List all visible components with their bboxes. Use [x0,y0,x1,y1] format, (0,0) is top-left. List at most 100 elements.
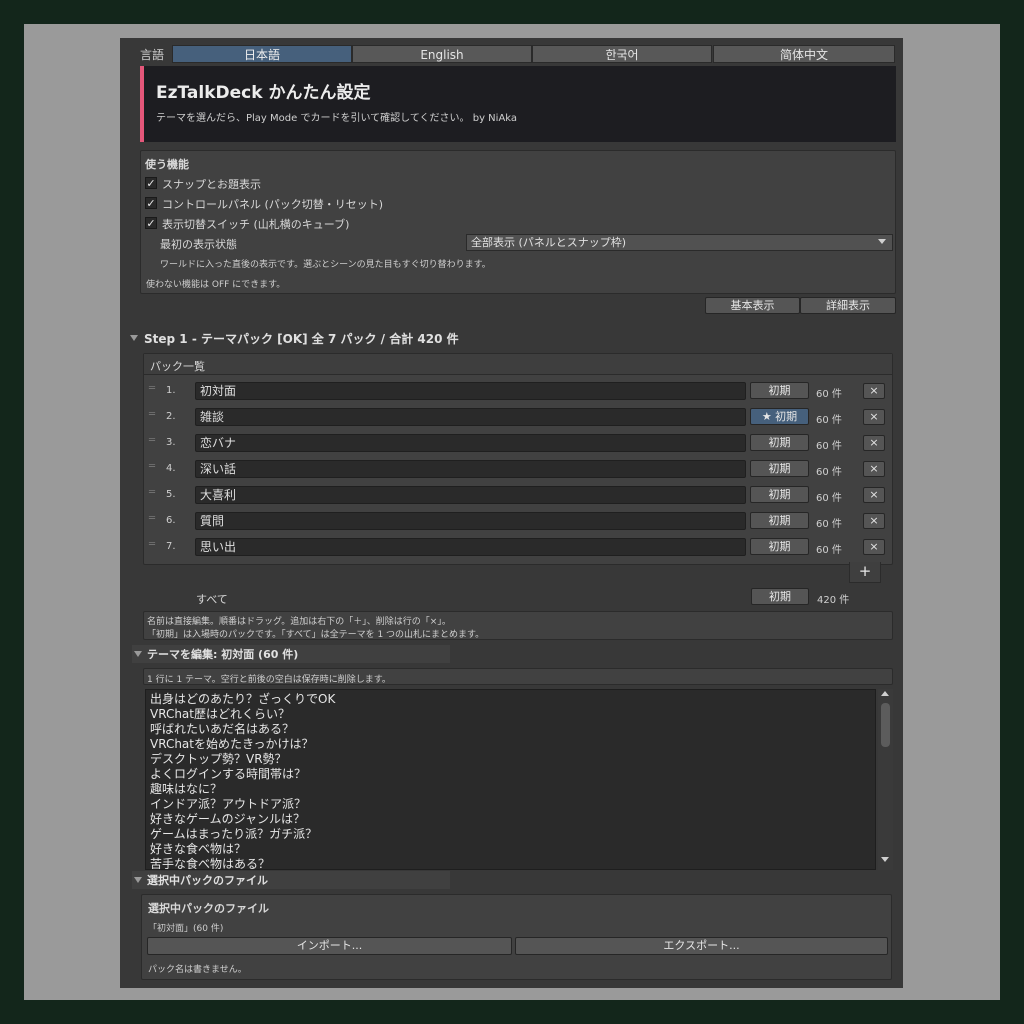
pack-list-header: パック一覧 [150,360,205,373]
pack-help-line2: 「初期」は入場時のパックです。「すべて」は全テーマを 1 つの山札にまとめます。 [147,630,485,640]
scroll-thumb[interactable] [881,703,890,747]
all-packs-label: すべて [196,593,228,606]
features-title: 使う機能 [145,158,189,171]
lang-tab-japanese[interactable]: 日本語 [172,45,352,63]
pack-list-header-band [144,354,892,375]
theme-line: VRChat歴はどれくらい？ [150,707,290,721]
pack-number: 1. [166,385,176,396]
drag-handle-icon[interactable]: ═ [149,461,155,472]
pack-name-field[interactable]: 大喜利 [195,486,746,504]
detail-view-button[interactable]: 詳細表示 [800,297,896,314]
pack-count: 60 件 [816,415,842,426]
pack-default-button[interactable]: ★ 初期 [750,408,809,425]
initial-display-dropdown[interactable]: 全部表示 (パネルとスナップ枠) [466,234,893,251]
theme-edit-foldout-icon[interactable] [134,651,142,657]
basic-view-button[interactable]: 基本表示 [705,297,800,314]
settings-panel: 言語 日本語 English 한국어 简体中文 EzTalkDeck かんたん設… [120,38,903,988]
language-label: 言語 [140,48,165,62]
drag-handle-icon[interactable]: ═ [149,435,155,446]
step1-foldout-icon[interactable] [130,335,138,341]
drag-handle-icon[interactable]: ═ [149,539,155,550]
scroll-up-icon[interactable] [881,691,889,696]
page-subtitle: テーマを選んだら、Play Mode でカードを引いて確認してください。 by … [156,113,518,124]
remove-pack-icon[interactable]: × [863,435,885,451]
pack-default-button[interactable]: 初期 [750,486,809,503]
theme-line: デスクトップ勢？VR勢？ [150,752,287,766]
pack-name-field[interactable]: 雑談 [195,408,746,426]
checkbox-snap[interactable]: ✓ [145,177,157,189]
checkbox-control-panel-label: コントロールパネル (パック切替・リセット) [162,198,384,211]
pack-name-field[interactable]: 恋バナ [195,434,746,452]
lang-tab-chinese[interactable]: 简体中文 [713,45,895,63]
lang-tab-english[interactable]: English [352,45,532,63]
step1-title[interactable]: Step 1 - テーマパック [OK] 全 7 パック / 合計 420 件 [144,330,459,347]
remove-pack-icon[interactable]: × [863,539,885,555]
pack-name-field[interactable]: 初対面 [195,382,746,400]
pack-number: 4. [166,463,176,474]
features-footer-note: 使わない機能は OFF にできます。 [146,280,286,290]
pack-default-button[interactable]: 初期 [750,382,809,399]
selected-file-box: 選択中パックのファイル 「初対面」(60 件) インポート... エクスポート.… [141,894,892,980]
pack-count: 60 件 [816,519,842,530]
theme-line: 趣味はなに？ [150,782,223,796]
theme-edit-hint-box: 1 行に 1 テーマ。空行と前後の空白は保存時に削除します。 [143,668,893,685]
remove-pack-icon[interactable]: × [863,513,885,529]
theme-line: 呼ばれたいあだ名はある？ [150,722,295,736]
theme-text-area[interactable]: 出身はどのあたり？ざっくりでOK VRChat歴はどれくらい？ 呼ばれたいあだ名はあ… [145,689,876,870]
checkbox-display-switch-label: 表示切替スイッチ (山札横のキューブ) [162,218,350,231]
pack-number: 3. [166,437,176,448]
pack-number: 6. [166,515,176,526]
drag-handle-icon[interactable]: ═ [149,487,155,498]
theme-line: 好きな食べ物は？ [150,842,247,856]
pack-number: 5. [166,489,176,500]
pack-default-button[interactable]: 初期 [750,512,809,529]
pack-name-field[interactable]: 思い出 [195,538,746,556]
theme-line: VRChatを始めたきっかけは？ [150,737,314,751]
pack-count: 60 件 [816,545,842,556]
theme-edit-title[interactable]: テーマを編集: 初対面 (60 件) [147,646,298,662]
theme-line: よくログインする時間帯は？ [150,767,307,781]
selected-file-foldout-icon[interactable] [134,877,142,883]
all-packs-count: 420 件 [817,595,850,606]
initial-display-hint: ワールドに入った直後の表示です。選ぶとシーンの見た目もすぐ切り替わります。 [160,260,491,270]
drag-handle-icon[interactable]: ═ [149,513,155,524]
page-title: EzTalkDeck かんたん設定 [156,83,371,103]
drag-handle-icon[interactable]: ═ [149,409,155,420]
remove-pack-icon[interactable]: × [863,461,885,477]
theme-scrollbar[interactable] [878,689,893,870]
header-banner: EzTalkDeck かんたん設定 テーマを選んだら、Play Mode でカー… [140,66,896,142]
selected-file-section-title[interactable]: 選択中パックのファイル [147,872,268,888]
theme-line: インドア派？アウトドア派？ [150,797,307,811]
selected-file-box-title: 選択中パックのファイル [148,902,269,915]
pack-name-field[interactable]: 質問 [195,512,746,530]
import-button[interactable]: インポート... [147,937,512,955]
export-button[interactable]: エクスポート... [515,937,888,955]
drag-handle-icon[interactable]: ═ [149,383,155,394]
selected-pack-info: 「初対面」(60 件) [148,924,224,934]
remove-pack-icon[interactable]: × [863,409,885,425]
scroll-down-icon[interactable] [881,857,889,862]
pack-number: 7. [166,541,176,552]
lang-tab-korean[interactable]: 한국어 [532,45,712,63]
pack-default-button[interactable]: 初期 [750,538,809,555]
checkbox-control-panel[interactable]: ✓ [145,197,157,209]
theme-line: ゲームはまったり派？ガチ派？ [150,827,318,841]
pack-name-field[interactable]: 深い話 [195,460,746,478]
chevron-down-icon [878,239,886,244]
theme-line: 好きなゲームのジャンルは？ [150,812,306,826]
theme-line: 出身はどのあたり？ざっくりでOK [150,692,336,706]
checkbox-snap-label: スナップとお題表示 [162,178,261,191]
pack-help-box: 名前は直接編集。順番はドラッグ。追加は右下の「＋」、削除は行の「×」。 「初期」… [143,611,893,640]
pack-number: 2. [166,411,176,422]
all-default-button[interactable]: 初期 [751,588,809,605]
pack-default-button[interactable]: 初期 [750,460,809,477]
remove-pack-icon[interactable]: × [863,383,885,399]
add-pack-button[interactable]: + [849,562,881,583]
pack-default-button[interactable]: 初期 [750,434,809,451]
selected-file-note: パック名は書きません。 [148,965,247,975]
header-accent-bar [140,66,144,142]
initial-display-value: 全部表示 (パネルとスナップ枠) [471,236,627,249]
checkbox-display-switch[interactable]: ✓ [145,217,157,229]
theme-lines: 出身はどのあたり？ざっくりでOK VRChat歴はどれくらい？ 呼ばれたいあだ名はあ… [146,690,875,869]
remove-pack-icon[interactable]: × [863,487,885,503]
